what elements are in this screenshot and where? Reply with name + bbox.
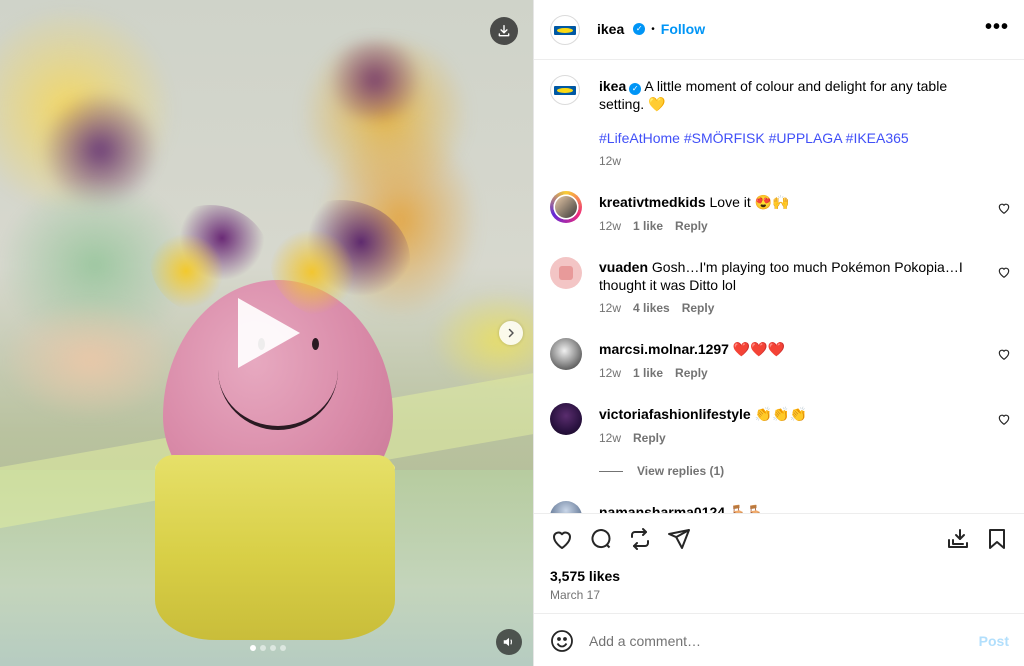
reply-button[interactable]: Reply (675, 219, 708, 233)
reply-button[interactable]: Reply (633, 431, 666, 445)
comment-username[interactable]: vuaden (599, 259, 648, 275)
comment-text: marcsi.molnar.1297 ❤️❤️❤️ (599, 340, 989, 358)
like-comment-heart-icon[interactable] (997, 347, 1011, 361)
reply-button[interactable]: Reply (682, 301, 715, 315)
follow-button[interactable]: Follow (661, 21, 705, 37)
caption-username[interactable]: ikea (599, 78, 626, 94)
post-media[interactable] (0, 0, 533, 666)
comment-body: 👏👏👏 (754, 406, 807, 422)
caption-body: A little moment of colour and delight fo… (599, 78, 948, 112)
yellow-egg-cup (155, 455, 395, 640)
comments-list[interactable]: ikea ✓ A little moment of colour and deli… (534, 61, 1024, 513)
carousel-indicator (250, 645, 286, 651)
repost-icon[interactable] (628, 527, 652, 551)
add-comment-bar: Post (534, 613, 1024, 666)
speaker-icon (503, 637, 512, 647)
caption-hashtags[interactable]: #LifeAtHome #SMÖRFISK #UPPLAGA #IKEA365 (599, 129, 989, 147)
verified-badge-icon: ✓ (633, 23, 646, 35)
replies-divider (599, 470, 623, 472)
download-button[interactable] (490, 17, 518, 45)
avatar[interactable] (550, 501, 582, 513)
mute-toggle-button[interactable] (496, 629, 522, 655)
post-date: March 17 (550, 588, 601, 602)
egg-eye-right (312, 338, 319, 350)
play-icon[interactable] (238, 298, 300, 368)
comment-text: victoriafashionlifestyle 👏👏👏 (599, 405, 989, 423)
post-side-panel: ikea ✓ • Follow ••• ikea ✓ A little momen… (533, 0, 1024, 666)
header-username[interactable]: ikea (597, 21, 624, 37)
comment-likes[interactable]: 1 like (633, 219, 663, 233)
comment-time: 12w (599, 219, 622, 233)
comment-icon[interactable] (589, 527, 613, 551)
bookmark-icon[interactable] (985, 527, 1009, 551)
verified-badge-icon: ✓ (629, 83, 642, 95)
emoji-icon[interactable] (550, 629, 574, 653)
caption-meta: 12w (599, 154, 621, 168)
avatar-photo (559, 266, 573, 280)
avatar[interactable] (550, 338, 582, 370)
comment-time: 12w (599, 366, 622, 380)
post-comment-button[interactable]: Post (979, 633, 1009, 649)
likes-count[interactable]: 3,575 likes (550, 568, 620, 584)
share-icon[interactable] (667, 527, 691, 551)
background-egg-cup (0, 300, 180, 420)
comment-meta: 12w 1 like Reply (599, 219, 708, 233)
carousel-dot (280, 645, 286, 651)
caption-text: ikea ✓ A little moment of colour and deli… (599, 77, 989, 113)
caption-time: 12w (599, 154, 622, 168)
avatar-photo (555, 196, 577, 218)
carousel-dot (250, 645, 256, 651)
header-user: ikea ✓ • Follow (597, 21, 705, 37)
avatar[interactable] (550, 403, 582, 435)
ikea-logo (554, 25, 576, 35)
comment-text: namansharma0124 🪑🪑 (599, 503, 989, 513)
save-to-collection-icon[interactable] (946, 527, 970, 551)
carousel-dot (260, 645, 266, 651)
comment-meta: 12w Reply (599, 431, 666, 445)
chevron-right-icon (508, 328, 514, 338)
more-options-icon[interactable]: ••• (985, 16, 1009, 39)
view-replies-label: View replies (1) (637, 464, 725, 478)
comment-time: 12w (599, 431, 622, 445)
comment-text: vuaden Gosh…I'm playing too much Pokémon… (599, 258, 989, 294)
avatar[interactable] (550, 191, 582, 223)
comment-meta: 12w 4 likes Reply (599, 301, 714, 315)
comment-likes[interactable]: 1 like (633, 366, 663, 380)
comment-username[interactable]: victoriafashionlifestyle (599, 406, 751, 422)
reply-button[interactable]: Reply (675, 366, 708, 380)
download-icon (498, 25, 510, 37)
next-slide-button[interactable] (499, 321, 523, 345)
header-separator: • (651, 23, 655, 35)
comment-body: Gosh…I'm playing too much Pokémon Pokopi… (599, 259, 963, 293)
comment-body: 🪑🪑 (728, 504, 764, 513)
like-comment-heart-icon[interactable] (997, 201, 1011, 215)
comment-username[interactable]: marcsi.molnar.1297 (599, 341, 729, 357)
avatar[interactable] (550, 15, 580, 45)
comment-body: ❤️❤️❤️ (732, 341, 786, 357)
ikea-logo (554, 85, 576, 95)
like-heart-icon[interactable] (550, 527, 574, 551)
comment-body: Love it 😍🙌 (709, 194, 790, 210)
comment-input[interactable] (589, 628, 949, 654)
comment-likes[interactable]: 4 likes (633, 301, 670, 315)
post-actions: 3,575 likes March 17 (534, 513, 1024, 613)
avatar[interactable] (550, 257, 582, 289)
avatar[interactable] (550, 75, 580, 105)
comment-meta: 12w 1 like Reply (599, 366, 708, 380)
post-header: ikea ✓ • Follow ••• (534, 0, 1024, 60)
view-replies-button[interactable]: View replies (1) (599, 464, 724, 478)
comment-time: 12w (599, 301, 622, 315)
background-flowers (320, 40, 430, 120)
carousel-dot (270, 645, 276, 651)
comment-username[interactable]: kreativtmedkids (599, 194, 706, 210)
comment-username[interactable]: namansharma0124 (599, 504, 725, 513)
comment-text: kreativtmedkids Love it 😍🙌 (599, 193, 989, 211)
like-comment-heart-icon[interactable] (997, 412, 1011, 426)
like-comment-heart-icon[interactable] (997, 265, 1011, 279)
